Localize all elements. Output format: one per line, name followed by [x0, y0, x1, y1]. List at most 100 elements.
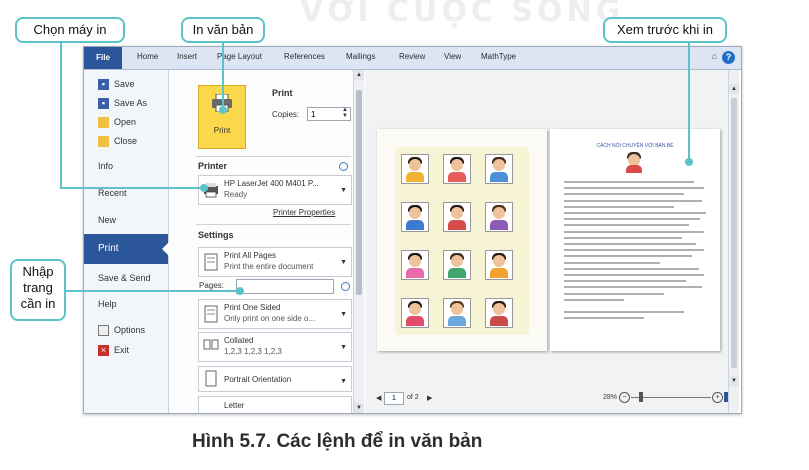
text-line	[564, 286, 702, 289]
sides-label: Print One Sided	[224, 303, 281, 312]
nav-print[interactable]: Print	[84, 234, 169, 264]
text-line	[564, 187, 704, 190]
text-line	[564, 236, 682, 239]
callout-in-van-ban: In văn bản	[181, 17, 265, 43]
child-portrait	[443, 250, 471, 280]
printer-properties-link[interactable]: Printer Properties	[273, 208, 335, 217]
nav-label: Save As	[114, 98, 148, 108]
callout-dot	[685, 158, 693, 166]
collate-desc: 1,2,3 1,2,3 1,2,3	[224, 347, 282, 356]
next-page-icon[interactable]: ▶	[427, 394, 432, 402]
options-icon	[98, 325, 109, 336]
info-icon[interactable]	[339, 162, 348, 171]
help-icon[interactable]: ?	[722, 51, 735, 64]
info-icon[interactable]	[341, 282, 350, 291]
zoom-level: 28%	[603, 394, 618, 401]
print-range-dropdown[interactable]: Print All Pages Print the entire documen…	[198, 247, 352, 277]
scroll-thumb[interactable]	[731, 98, 737, 368]
nav-label: Recent	[98, 188, 127, 198]
nav-exit[interactable]: × Exit	[84, 342, 168, 360]
tab-references[interactable]: References	[284, 52, 325, 61]
tab-home[interactable]: Home	[137, 52, 158, 61]
text-line	[564, 298, 624, 301]
scroll-down-icon[interactable]: ▼	[354, 403, 364, 413]
child-portrait	[401, 298, 429, 328]
child-portrait	[401, 154, 429, 184]
scroll-thumb[interactable]	[356, 90, 362, 295]
child-portrait	[485, 298, 513, 328]
print-settings-panel: Print Print Copies: 1 ▲ ▼ Printer HP Lase…	[196, 70, 356, 413]
preview-page-1	[377, 129, 547, 351]
nav-save-send[interactable]: Save & Send	[84, 270, 168, 288]
settings-scrollbar[interactable]: ▲ ▼	[353, 70, 364, 413]
chevron-down-icon: ▼	[340, 311, 347, 318]
portrait-icon	[205, 370, 217, 387]
zoom-slider-thumb[interactable]	[639, 392, 643, 402]
minimize-ribbon-icon[interactable]: ⌂	[712, 51, 717, 61]
text-line	[564, 267, 699, 270]
callout-xem-truoc: Xem trước khi in	[603, 17, 727, 43]
printer-dropdown[interactable]: HP LaserJet 400 M401 P... Ready ▼	[198, 175, 352, 205]
child-portrait	[443, 202, 471, 232]
scroll-down-icon[interactable]: ▼	[729, 376, 739, 386]
nav-save-as[interactable]: ▪ Save As	[84, 95, 168, 113]
print-range-label: Print All Pages	[224, 251, 277, 260]
text-line	[564, 224, 689, 227]
callout-chon-may-in: Chọn máy in	[15, 17, 125, 43]
figure-caption: Hình 5.7. Các lệnh để in văn bản	[192, 431, 483, 452]
tab-review[interactable]: Review	[399, 52, 425, 61]
nav-info[interactable]: Info	[84, 158, 168, 176]
prev-page-icon[interactable]: ◀	[376, 394, 381, 402]
nav-save[interactable]: ▪ Save	[84, 76, 168, 94]
tab-mathtype[interactable]: MathType	[481, 52, 516, 61]
text-line	[564, 243, 696, 245]
tab-view[interactable]: View	[444, 52, 461, 61]
tab-file[interactable]: File	[84, 47, 122, 69]
nav-label: Print	[98, 243, 119, 254]
nav-label: Save	[114, 79, 135, 89]
pages-icon	[204, 253, 218, 271]
nav-help[interactable]: Help	[84, 296, 168, 314]
zoom-out-icon[interactable]: −	[619, 392, 630, 403]
text-line	[564, 311, 684, 314]
zoom-slider[interactable]	[631, 397, 711, 398]
scroll-up-icon[interactable]: ▲	[354, 70, 364, 80]
nav-close[interactable]: Close	[84, 133, 168, 151]
child-portrait	[401, 250, 429, 280]
printer-name: HP LaserJet 400 M401 P...	[224, 179, 319, 188]
nav-open[interactable]: Open	[84, 114, 168, 132]
callout-dot	[236, 287, 244, 295]
child-portrait	[485, 250, 513, 280]
text-line	[564, 292, 664, 295]
collate-label: Collated	[224, 336, 254, 345]
nav-label: Info	[98, 161, 114, 171]
text-line	[564, 280, 686, 283]
preview-scrollbar[interactable]: ▲ ▼	[728, 70, 739, 413]
paper-size-dropdown[interactable]: Letter	[198, 396, 352, 413]
text-line	[564, 205, 674, 208]
copies-stepper-icon[interactable]: ▲ ▼	[342, 107, 348, 119]
tab-mailings[interactable]: Mailings	[346, 52, 375, 61]
print-heading: Print	[272, 88, 293, 98]
callout-line	[688, 43, 690, 161]
orientation-dropdown[interactable]: Portrait Orientation ▼	[198, 366, 352, 392]
scroll-up-icon[interactable]: ▲	[729, 84, 739, 94]
watermark: VỚI CUỘC SỐNG	[300, 0, 625, 29]
sides-dropdown[interactable]: Print One Sided Only print on one side o…	[198, 299, 352, 329]
collate-dropdown[interactable]: Collated 1,2,3 1,2,3 1,2,3 ▼	[198, 332, 352, 362]
nav-new[interactable]: New	[84, 212, 168, 230]
pages-input[interactable]	[236, 279, 334, 294]
callout-line	[222, 43, 224, 109]
nav-options[interactable]: Options	[84, 322, 168, 340]
nav-label: Open	[114, 117, 137, 127]
paper-size-label: Letter	[224, 401, 245, 410]
zoom-in-icon[interactable]: +	[712, 392, 723, 403]
callout-line	[60, 43, 62, 188]
tab-insert[interactable]: Insert	[177, 52, 197, 61]
text-line	[564, 181, 694, 183]
print-range-desc: Print the entire document	[224, 262, 314, 271]
page-number-input[interactable]: 1	[384, 392, 404, 405]
chevron-down-icon: ▼	[340, 259, 347, 266]
child-portrait	[485, 202, 513, 232]
one-sided-icon	[204, 305, 218, 323]
